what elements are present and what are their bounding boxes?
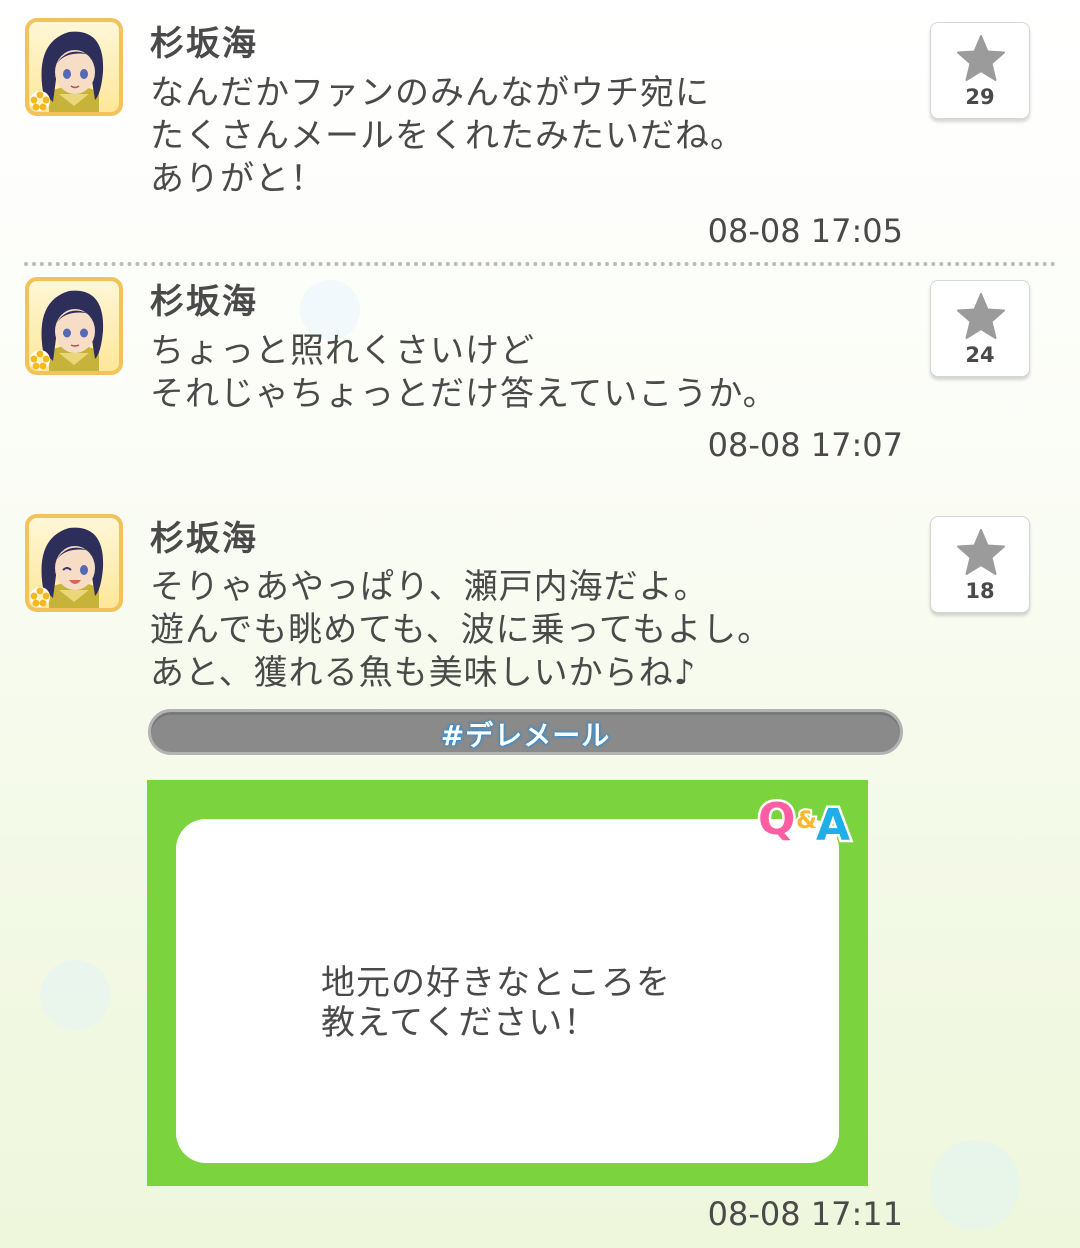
like-button[interactable]: 24 [930, 280, 1030, 377]
star-icon [957, 529, 1005, 575]
hashtag-label: #デレメール [440, 719, 611, 752]
background-bokeh [40, 960, 110, 1030]
post-divider [24, 262, 1056, 266]
message-line: たくさんメールをくれたみたいだね。 [150, 116, 745, 156]
like-count: 29 [965, 85, 995, 109]
like-count: 24 [965, 343, 995, 367]
post-timestamp: 08-08 17:07 [707, 426, 903, 464]
like-count: 18 [965, 579, 995, 603]
qa-question-line: 教えてください！ [321, 1003, 599, 1043]
author-name: 杉坂海 [150, 24, 258, 64]
message-line: ありがと！ [150, 159, 325, 199]
author-name: 杉坂海 [150, 282, 258, 322]
author-avatar[interactable] [25, 18, 123, 116]
post-timestamp: 08-08 17:05 [707, 212, 903, 250]
svg-text:Q: Q [758, 794, 795, 845]
author-avatar[interactable] [25, 514, 123, 612]
message-line: ちょっと照れくさいけど [150, 331, 535, 371]
flower-icon [30, 350, 50, 370]
post-message: そりゃあやっぱり、瀬戸内海だよ。 遊んでも眺めても、波に乗ってもよし。 あと、獲… [150, 566, 910, 695]
hashtag-bar[interactable]: #デレメール [148, 709, 903, 755]
post-message: なんだかファンのみんながウチ宛に たくさんメールをくれたみたいだね。 ありがと！ [150, 72, 910, 201]
message-line: 遊んでも眺めても、波に乗ってもよし。 [150, 610, 773, 650]
like-button[interactable]: 18 [930, 516, 1030, 613]
post-message: ちょっと照れくさいけど それじゃちょっとだけ答えていこうか。 [150, 330, 910, 416]
message-line: なんだかファンのみんながウチ宛に [150, 73, 710, 113]
qa-card[interactable]: 地元の好きなところを 教えてください！ Q & A [147, 780, 868, 1186]
flower-icon [30, 587, 50, 607]
message-line: あと、獲れる魚も美味しいからね♪ [150, 653, 697, 693]
flower-icon [30, 91, 50, 111]
message-line: そりゃあやっぱり、瀬戸内海だよ。 [150, 567, 709, 607]
qa-badge-icon: Q & A [756, 792, 853, 847]
background-bokeh [930, 1140, 1020, 1230]
qa-question-line: 地元の好きなところを [321, 963, 671, 1003]
star-icon [957, 293, 1005, 339]
svg-text:A: A [816, 800, 850, 846]
message-line: それじゃちょっとだけ答えていこうか。 [150, 374, 778, 414]
post-timestamp: 08-08 17:11 [707, 1195, 903, 1233]
svg-text:&: & [796, 806, 817, 834]
star-icon [957, 35, 1005, 81]
like-button[interactable]: 29 [930, 22, 1030, 119]
qa-question: 地元の好きなところを 教えてください！ [321, 963, 671, 1043]
author-name: 杉坂海 [150, 519, 258, 559]
qa-question-panel: 地元の好きなところを 教えてください！ [176, 819, 839, 1163]
author-avatar[interactable] [25, 277, 123, 375]
